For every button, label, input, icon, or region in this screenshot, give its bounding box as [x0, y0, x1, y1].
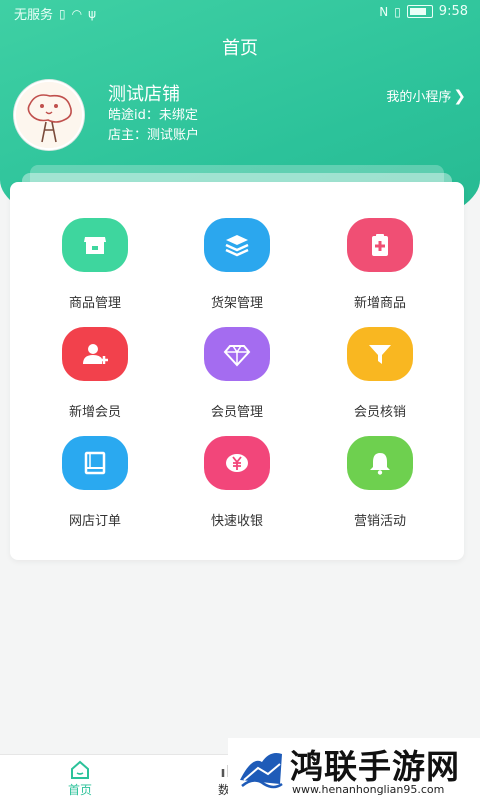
diamond-icon: [204, 327, 270, 381]
user-add-icon: [62, 327, 128, 381]
chevron-right-icon: ❯: [453, 86, 466, 105]
nfc-icon: N: [379, 4, 389, 19]
menu-item-quick-checkout[interactable]: 快速收银: [167, 436, 307, 536]
menu-item-label: 会员核销: [353, 405, 406, 420]
store-avatar[interactable]: [14, 80, 84, 150]
watermark-url: www.henanhonglian95.com: [292, 783, 445, 796]
my-mini-program-link[interactable]: 我的小程序 ❯: [386, 86, 466, 106]
menu-item-online-orders[interactable]: 网店订单: [25, 436, 165, 536]
store-owner: 店主：测试账户: [108, 128, 200, 143]
book-icon: [62, 436, 128, 490]
yen-icon: [204, 436, 270, 490]
store-name: 测试店铺: [108, 84, 180, 105]
menu-item-label: 商品管理: [68, 296, 121, 311]
menu-item-product-management[interactable]: 商品管理: [25, 218, 165, 318]
menu-grid: 商品管理 货架管理 新增商品 新增会员 会员管理 会员核销 网店订单 快速收银 …: [10, 182, 464, 560]
clipboard-plus-icon: [347, 218, 413, 272]
page-title: 首页: [222, 38, 258, 59]
menu-item-marketing[interactable]: 营销活动: [310, 436, 450, 536]
menu-item-label: 网店订单: [68, 514, 121, 529]
menu-item-label: 会员管理: [210, 405, 263, 420]
filter-icon: [347, 327, 413, 381]
menu-item-label: 货架管理: [210, 296, 263, 311]
layers-icon: [204, 218, 270, 272]
menu-item-add-product[interactable]: 新增商品: [310, 218, 450, 318]
tab-home-label: 首页: [67, 783, 92, 797]
status-bar: 无服务 ▯ ◠ ψ N ▯ 9:58: [0, 0, 480, 24]
menu-item-add-member[interactable]: 新增会员: [25, 327, 165, 427]
menu-item-member-verification[interactable]: 会员核销: [310, 327, 450, 427]
clock: 9:58: [438, 4, 468, 19]
avatar-illustration-icon: [16, 82, 82, 148]
menu-card: 商品管理 货架管理 新增商品 新增会员 会员管理 会员核销 网店订单 快速收银 …: [10, 182, 464, 560]
menu-item-member-management[interactable]: 会员管理: [167, 327, 307, 427]
menu-item-label: 营销活动: [353, 514, 406, 529]
vibrate-icon: ▯: [394, 4, 401, 19]
store-id: 皓途id：未绑定: [108, 108, 198, 123]
sim-icon: ▯: [59, 6, 66, 21]
home-icon: [71, 760, 89, 779]
watermark-banner: 鸿联手游网 www.henanhonglian95.com: [228, 738, 480, 800]
menu-item-label: 快速收银: [210, 514, 263, 529]
menu-item-shelf-management[interactable]: 货架管理: [167, 218, 307, 318]
mini-program-label: 我的小程序: [386, 90, 452, 105]
menu-item-label: 新增会员: [68, 405, 121, 420]
wifi-icon: ◠: [71, 6, 83, 21]
tab-home[interactable]: 首页: [40, 759, 120, 798]
menu-item-label: 新增商品: [353, 296, 406, 311]
battery-icon: [406, 5, 433, 18]
usb-icon: ψ: [88, 6, 97, 21]
watermark-title: 鸿联手游网: [290, 747, 460, 786]
bell-icon: [347, 436, 413, 490]
watermark-logo-icon: [236, 742, 286, 792]
store-icon: [62, 218, 128, 272]
carrier-label: 无服务: [14, 8, 54, 23]
